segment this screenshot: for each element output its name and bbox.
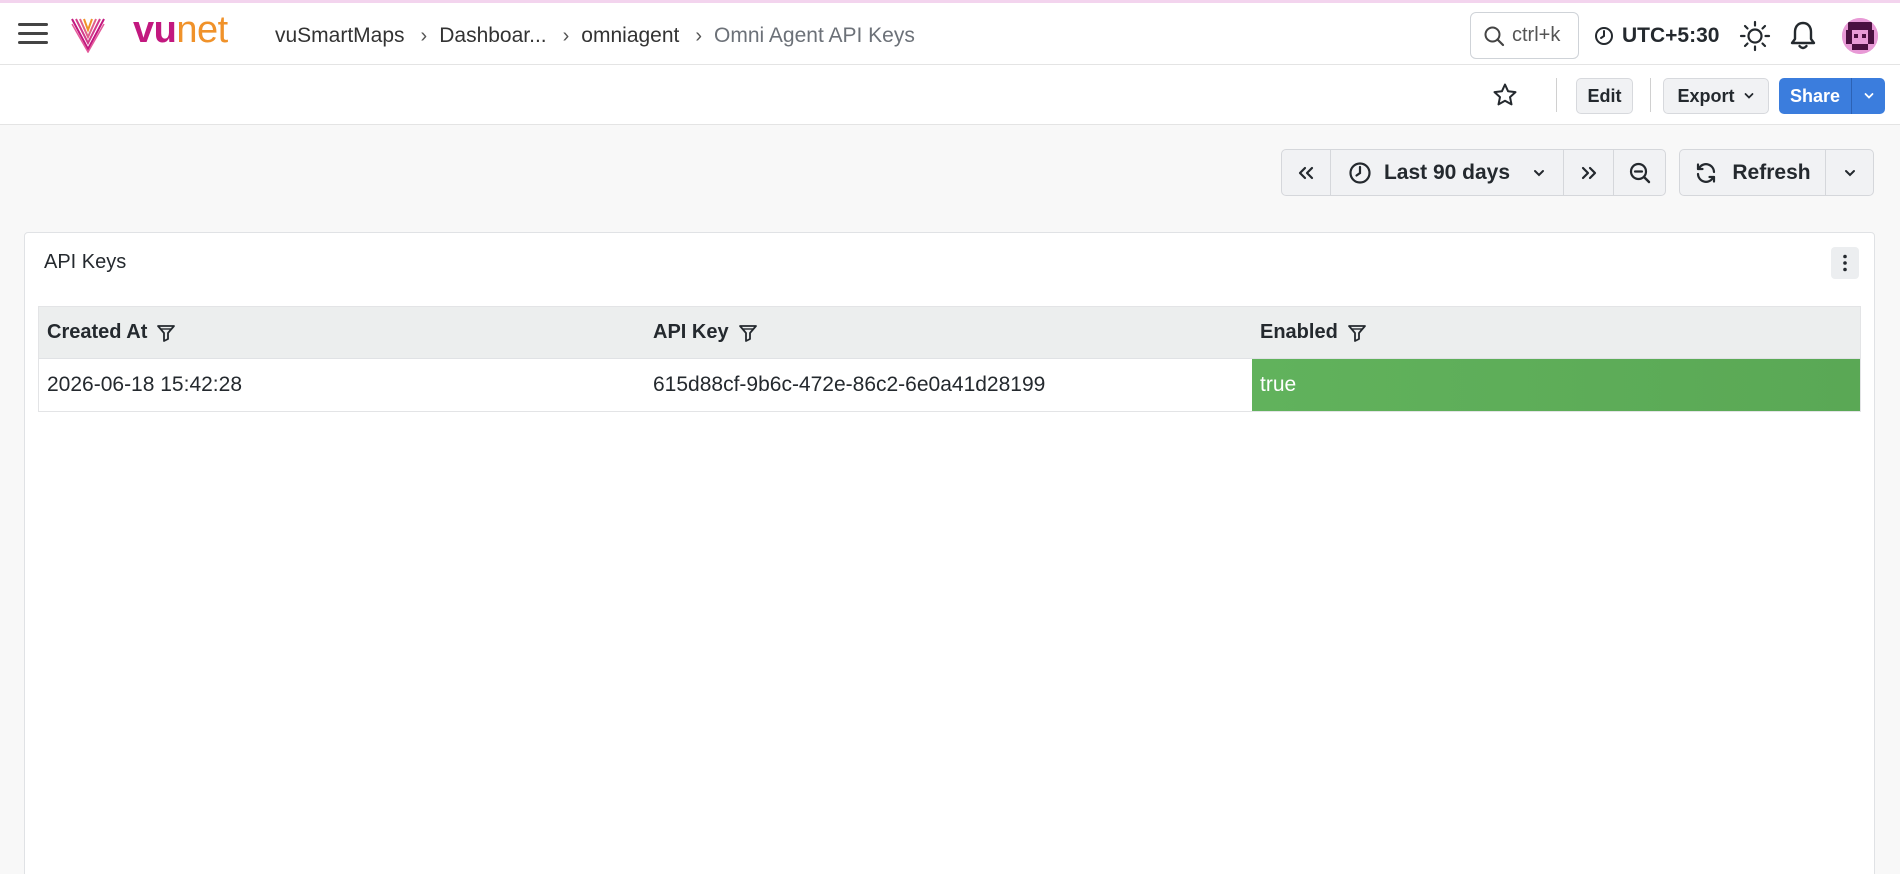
chevron-down-icon xyxy=(1864,93,1873,99)
breadcrumb: vuSmartMaps › Dashboar... › omniagent › … xyxy=(275,24,915,48)
filter-icon[interactable] xyxy=(1347,323,1367,343)
column-header-label: API Key xyxy=(653,321,729,343)
avatar[interactable] xyxy=(1842,18,1878,54)
column-header-label: Enabled xyxy=(1260,321,1338,343)
cell-api-key: 615d88cf-9b6c-472e-86c2-6e0a41d28199 xyxy=(653,373,1046,396)
search-placeholder: ctrl+k xyxy=(1512,24,1561,46)
refresh-button[interactable]: Refresh xyxy=(1680,150,1826,195)
breadcrumb-item-omniagent[interactable]: omniagent xyxy=(581,24,679,48)
search-icon xyxy=(1484,26,1505,46)
bell-icon[interactable] xyxy=(1789,20,1817,52)
refresh-controls: Refresh xyxy=(1679,149,1874,196)
edit-button[interactable]: Edit xyxy=(1576,78,1633,114)
api-keys-panel: API Keys Created At API Key Enabled 2026… xyxy=(24,232,1875,874)
chevron-right-icon: › xyxy=(562,24,570,47)
timezone-label: UTC+5:30 xyxy=(1622,24,1720,47)
logo-part-1: vu xyxy=(133,9,177,51)
table-row[interactable]: 2026-06-18 15:42:28 615d88cf-9b6c-472e-8… xyxy=(39,359,1860,412)
edit-button-label: Edit xyxy=(1587,85,1622,106)
chevron-down-icon xyxy=(1844,169,1855,176)
user-avatar-icon xyxy=(1842,18,1878,54)
chevron-right-icon: › xyxy=(695,24,703,47)
column-header-created-at[interactable]: Created At xyxy=(39,307,645,358)
column-header-enabled[interactable]: Enabled xyxy=(1252,307,1860,358)
breadcrumb-item-vusmartmaps[interactable]: vuSmartMaps xyxy=(275,24,405,48)
timezone-selector[interactable]: UTC+5:30 xyxy=(1594,24,1719,48)
divider xyxy=(1556,78,1557,112)
chevron-down-icon xyxy=(1744,93,1753,99)
clock-icon xyxy=(1595,27,1613,45)
vunet-logo[interactable]: vunet xyxy=(133,11,228,49)
cell-created-at: 2026-06-18 15:42:28 xyxy=(47,373,242,396)
double-chevron-left-icon xyxy=(1298,166,1314,179)
divider xyxy=(1650,78,1651,112)
time-range-picker[interactable]: Last 90 days xyxy=(1331,150,1564,195)
time-shift-back-button[interactable] xyxy=(1282,150,1331,195)
chevron-down-icon xyxy=(1534,169,1545,176)
panel-title: API Keys xyxy=(44,251,127,273)
dashboard-toolbar: Edit Export Share xyxy=(0,65,1900,125)
menu-icon[interactable] xyxy=(18,23,48,47)
cell-enabled: true xyxy=(1252,359,1860,411)
star-icon[interactable] xyxy=(1492,82,1518,108)
breadcrumb-item-dashboards[interactable]: Dashboar... xyxy=(439,24,546,48)
refresh-label: Refresh xyxy=(1732,160,1811,184)
vunet-logo-mark-icon xyxy=(71,18,105,53)
share-options-button[interactable] xyxy=(1851,78,1885,114)
time-shift-forward-button[interactable] xyxy=(1564,150,1614,195)
api-keys-table: Created At API Key Enabled 2026-06-18 15… xyxy=(38,306,1861,412)
time-range-controls: Last 90 days xyxy=(1281,149,1666,196)
share-button-group: Share xyxy=(1779,78,1885,114)
export-button-label: Export xyxy=(1677,85,1735,106)
breadcrumb-current-page: Omni Agent API Keys xyxy=(714,24,915,47)
column-header-label: Created At xyxy=(47,321,148,343)
double-chevron-right-icon xyxy=(1581,166,1596,179)
chevron-right-icon: › xyxy=(420,24,428,47)
search-input[interactable]: ctrl+k xyxy=(1470,12,1579,59)
refresh-interval-dropdown[interactable] xyxy=(1826,150,1873,195)
filter-icon[interactable] xyxy=(738,323,758,343)
panel-menu-button[interactable] xyxy=(1831,247,1859,279)
time-range-label: Last 90 days xyxy=(1383,160,1511,184)
logo-part-2: net xyxy=(176,9,228,51)
column-header-api-key[interactable]: API Key xyxy=(645,307,1252,358)
zoom-out-button[interactable] xyxy=(1614,150,1665,195)
filter-icon[interactable] xyxy=(156,323,176,343)
more-vertical-icon xyxy=(1843,254,1847,272)
refresh-icon xyxy=(1697,162,1716,183)
sun-icon[interactable] xyxy=(1739,20,1771,52)
share-button[interactable]: Share xyxy=(1779,78,1851,114)
zoom-out-icon xyxy=(1629,162,1650,183)
export-button[interactable]: Export xyxy=(1663,78,1769,114)
table-header-row: Created At API Key Enabled xyxy=(39,307,1860,359)
clock-icon xyxy=(1349,161,1371,184)
top-navigation-bar: vunet vuSmartMaps › Dashboar... › omniag… xyxy=(0,0,1900,65)
share-button-label: Share xyxy=(1789,85,1841,106)
